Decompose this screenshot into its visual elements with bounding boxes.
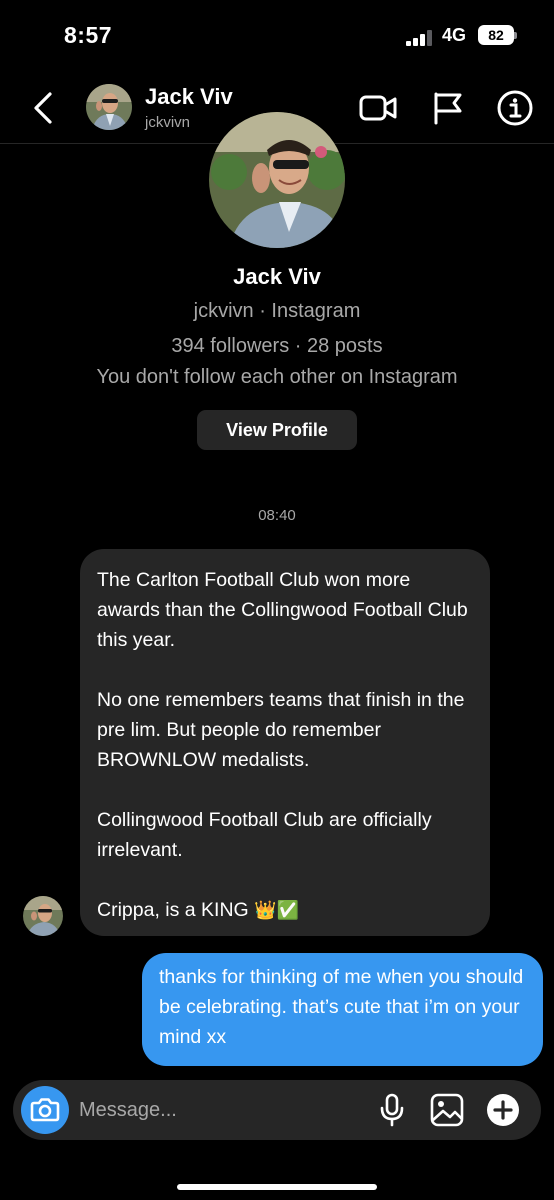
- network-type: 4G: [442, 25, 467, 45]
- signal-strength-icon: [406, 30, 432, 46]
- battery-indicator: 82: [478, 25, 514, 45]
- incoming-message-bubble[interactable]: The Carlton Football Club won more award…: [80, 549, 490, 936]
- info-icon[interactable]: [496, 89, 534, 127]
- profile-relationship: You don't follow each other on Instagram: [96, 366, 458, 388]
- home-indicator[interactable]: [177, 1184, 377, 1190]
- flag-icon[interactable]: [430, 91, 464, 125]
- message-paragraph: Crippa, is a KING 👑✅: [97, 895, 474, 925]
- gallery-icon[interactable]: [429, 1092, 465, 1128]
- profile-subtitle: jckvivn · Instagram: [193, 300, 361, 322]
- camera-button[interactable]: [21, 1086, 69, 1134]
- contact-name[interactable]: Jack Viv: [145, 84, 233, 110]
- message-paragraph: No one remembers teams that finish in th…: [97, 689, 465, 771]
- add-icon[interactable]: [486, 1093, 520, 1127]
- message-timestamp: 08:40: [258, 507, 296, 524]
- crown-check-emoji: 👑✅: [254, 900, 299, 920]
- message-paragraph: The Carlton Football Club won more award…: [97, 569, 468, 651]
- header-avatar[interactable]: [86, 84, 132, 130]
- profile-avatar[interactable]: [209, 112, 345, 248]
- message-text: Crippa, is a KING: [97, 899, 249, 921]
- status-time: 8:57: [64, 22, 113, 48]
- message-composer: [13, 1080, 541, 1140]
- message-text: thanks for thinking of me when you shoul…: [159, 966, 524, 1048]
- camera-icon: [30, 1098, 60, 1122]
- profile-name: Jack Viv: [233, 264, 321, 289]
- status-bar: 8:57 4G 82: [0, 0, 554, 72]
- back-icon[interactable]: [26, 90, 62, 126]
- microphone-icon[interactable]: [377, 1092, 407, 1128]
- video-camera-icon[interactable]: [358, 91, 398, 125]
- message-input[interactable]: [79, 1092, 369, 1128]
- profile-stats: 394 followers · 28 posts: [171, 335, 383, 357]
- contact-handle[interactable]: jckvivn: [145, 114, 190, 131]
- battery-tip: [514, 32, 517, 39]
- outgoing-message-bubble[interactable]: thanks for thinking of me when you shoul…: [142, 953, 543, 1066]
- view-profile-button[interactable]: View Profile: [197, 410, 357, 450]
- sender-avatar[interactable]: [23, 896, 63, 936]
- message-paragraph: Collingwood Football Club are officially…: [97, 809, 432, 861]
